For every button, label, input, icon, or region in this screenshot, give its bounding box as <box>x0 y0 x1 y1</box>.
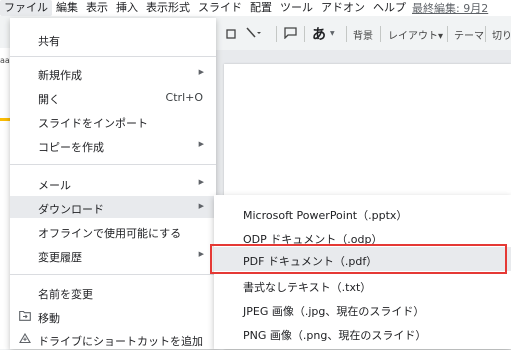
menu-item-label: 新規作成 <box>38 69 82 82</box>
text-style-button[interactable]: あ <box>312 24 326 44</box>
menu-bar: ファイル 編集 表示 挿入 表示形式 スライド 配置 ツール アドオン ヘルプ … <box>0 0 511 16</box>
menu-insert[interactable]: 挿入 <box>112 0 142 16</box>
menu-arrange[interactable]: 配置 <box>246 0 276 16</box>
filmstrip-fragment: aa <box>0 56 10 65</box>
chevron-right-icon: ▶ <box>198 140 204 148</box>
menu-item-open[interactable]: 開く Ctrl+O <box>10 86 216 108</box>
menu-item-email[interactable]: メール ▶ <box>10 172 216 194</box>
toolbar-divider <box>346 26 347 42</box>
filmstrip-edge: aa <box>0 48 10 349</box>
menu-item-label: ダウンロード <box>38 203 104 216</box>
menu-divider <box>10 274 216 275</box>
chevron-right-icon: ▶ <box>198 202 204 210</box>
last-edit-link[interactable]: 最終編集: 9月2 <box>412 0 488 16</box>
download-txt[interactable]: 書式なしテキスト（.txt） <box>214 273 511 297</box>
shape-icon[interactable] <box>226 27 238 39</box>
layout-button[interactable]: レイアウト▾ <box>388 27 443 42</box>
menu-item-label: 開く <box>38 93 60 106</box>
toolbar-divider <box>485 26 486 42</box>
chevron-right-icon: ▶ <box>198 250 204 258</box>
menu-divider <box>10 164 216 165</box>
submenu-item-label: 書式なしテキスト（.txt） <box>243 281 372 294</box>
download-jpg[interactable]: JPEG 画像（.jpg、現在のスライド） <box>214 297 511 321</box>
toolbar-divider <box>380 26 381 42</box>
line-icon[interactable] <box>246 27 262 39</box>
menu-slide[interactable]: スライド <box>194 0 246 16</box>
chevron-right-icon: ▶ <box>198 178 204 186</box>
download-png[interactable]: PNG 画像（.png、現在のスライド） <box>214 321 511 345</box>
drive-shortcut-icon <box>19 333 31 344</box>
toolbar-divider <box>447 26 448 42</box>
menu-item-label: 共有 <box>38 35 60 48</box>
file-menu: 共有 新規作成 ▶ 開く Ctrl+O スライドをインポート コピーを作成 ▶ … <box>10 18 216 349</box>
chevron-right-icon: ▶ <box>198 68 204 76</box>
menu-item-download[interactable]: ダウンロード ▶ <box>10 196 216 218</box>
menu-item-label: 名前を変更 <box>38 288 93 301</box>
menu-help[interactable]: ヘルプ <box>369 0 410 16</box>
download-pptx[interactable]: Microsoft PowerPoint（.pptx） <box>214 201 511 225</box>
menu-item-new[interactable]: 新規作成 ▶ <box>10 62 216 84</box>
submenu-item-label: JPEG 画像（.jpg、現在のスライド） <box>243 305 425 318</box>
menu-item-add-shortcut[interactable]: ドライブにショートカットを追加 <box>10 328 216 350</box>
shortcut-label: Ctrl+O <box>165 91 203 104</box>
menu-item-label: ドライブにショートカットを追加 <box>38 335 203 348</box>
pdf-highlight-box <box>210 244 507 274</box>
menu-item-copy[interactable]: コピーを作成 ▶ <box>10 134 216 156</box>
menu-tools[interactable]: ツール <box>276 0 317 16</box>
menu-item-offline[interactable]: オフラインで使用可能にする <box>10 220 216 242</box>
menu-item-label: コピーを作成 <box>38 141 104 154</box>
menu-divider <box>10 56 216 57</box>
menu-item-history[interactable]: 変更履歴 ▶ <box>10 244 216 266</box>
submenu-item-label: Microsoft PowerPoint（.pptx） <box>243 209 408 222</box>
comment-icon[interactable] <box>284 27 297 39</box>
toolbar-divider <box>276 26 277 42</box>
menu-item-label: 変更履歴 <box>38 251 82 264</box>
chevron-down-icon[interactable]: ▼ <box>330 30 335 37</box>
background-button[interactable]: 背景 <box>353 27 373 42</box>
menu-item-label: オフラインで使用可能にする <box>38 227 182 240</box>
folder-move-icon <box>19 310 31 321</box>
menu-item-label: 移動 <box>38 312 60 325</box>
menu-item-import[interactable]: スライドをインポート <box>10 110 216 132</box>
selected-slide-indicator <box>0 118 10 121</box>
theme-button[interactable]: テーマ <box>454 27 484 42</box>
menu-item-share[interactable]: 共有 <box>10 28 216 50</box>
menu-edit[interactable]: 編集 <box>52 0 82 16</box>
submenu-item-label: PNG 画像（.png、現在のスライド） <box>243 329 427 342</box>
menu-item-rename[interactable]: 名前を変更 <box>10 281 216 303</box>
toolbar-divider <box>304 26 305 42</box>
menu-format[interactable]: 表示形式 <box>142 0 194 16</box>
menu-item-label: スライドをインポート <box>38 117 148 130</box>
menu-item-move[interactable]: 移動 <box>10 305 216 327</box>
menu-addons[interactable]: アドオン <box>317 0 369 16</box>
menu-item-label: メール <box>38 179 71 192</box>
menu-file[interactable]: ファイル <box>0 0 52 16</box>
menu-view[interactable]: 表示 <box>82 0 112 16</box>
transition-button[interactable]: 切り <box>492 27 511 42</box>
